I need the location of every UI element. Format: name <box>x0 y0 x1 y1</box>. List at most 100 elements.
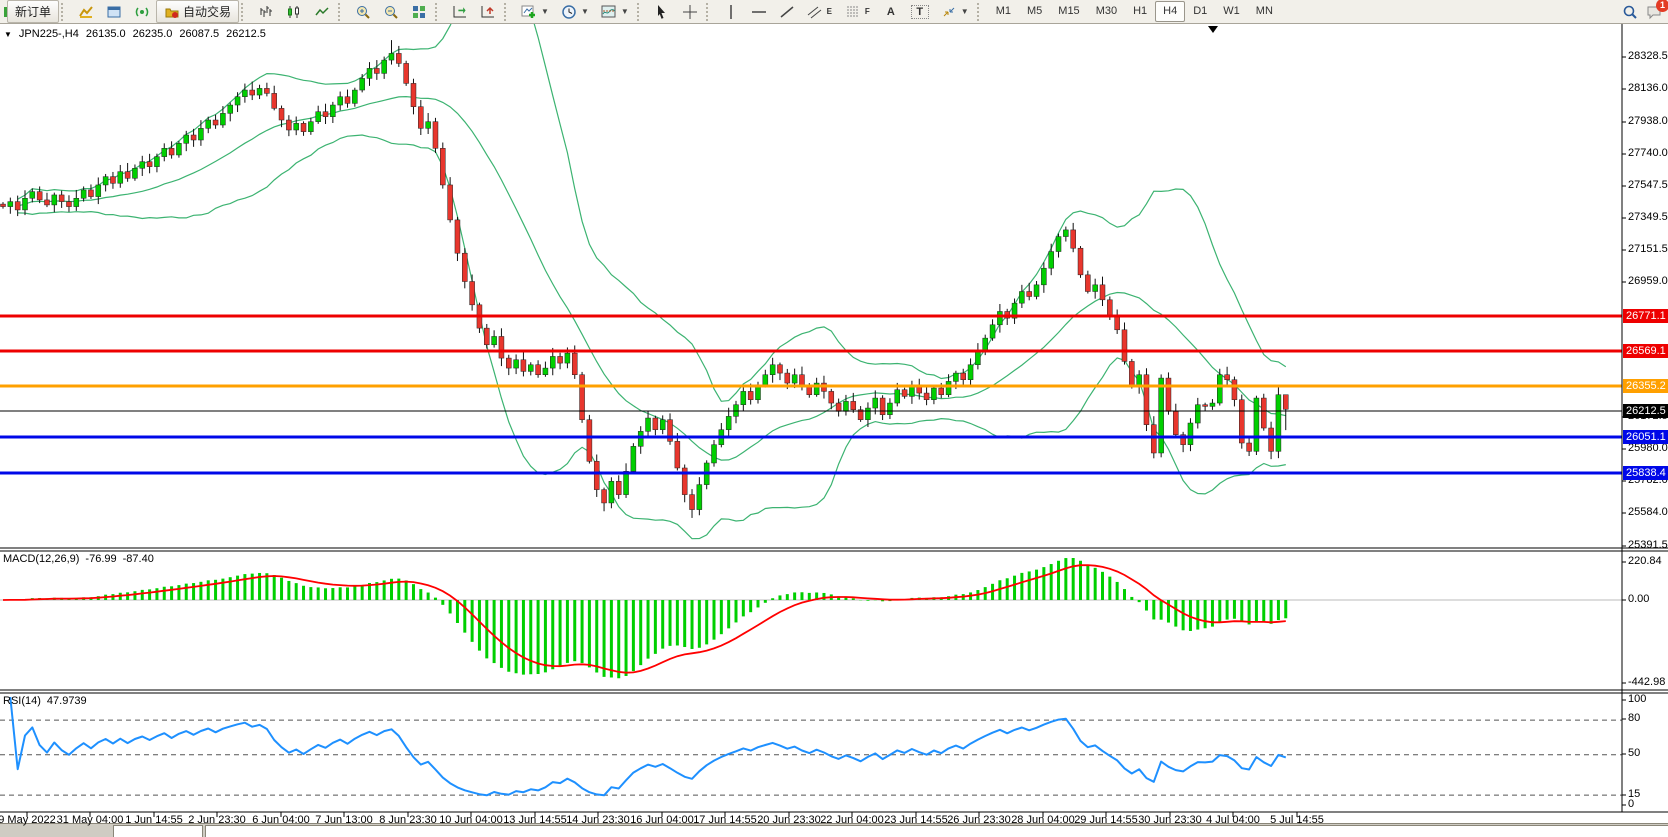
candle <box>492 336 497 344</box>
candle <box>1283 395 1288 410</box>
candle <box>1071 230 1076 248</box>
horizontal-line-button[interactable] <box>745 0 773 23</box>
candle <box>15 202 20 210</box>
price-tick-label: 25584.0 <box>1628 506 1668 518</box>
rsi-pane[interactable] <box>0 697 1622 795</box>
macd-tick-label: -442.98 <box>1628 676 1668 688</box>
timeframe-m1[interactable]: M1 <box>988 1 1019 22</box>
main-pane[interactable] <box>1 24 1289 539</box>
candle <box>763 375 768 385</box>
macd-pane[interactable] <box>0 558 1622 678</box>
candle <box>697 485 702 510</box>
candle <box>902 390 907 397</box>
timeframe-m30[interactable]: M30 <box>1088 1 1125 22</box>
candle <box>140 162 145 169</box>
candle <box>946 381 951 394</box>
candle <box>528 365 533 372</box>
bottom-tab[interactable] <box>113 825 203 837</box>
fibonacci-button[interactable]: F <box>839 0 877 23</box>
candle <box>191 135 196 140</box>
price-level-label: 26212.5 <box>1623 404 1668 418</box>
arrows-button[interactable]: ▼ <box>935 0 975 23</box>
bar-chart-button[interactable] <box>252 0 280 23</box>
price-level-label: 26771.1 <box>1623 309 1668 323</box>
candle <box>690 495 695 510</box>
candlestick-chart-button[interactable] <box>280 0 308 23</box>
toolbar: 新订单 自动交易 <box>0 0 1668 24</box>
autotrade-button[interactable]: 自动交易 <box>156 0 239 23</box>
signals-button[interactable] <box>128 0 156 23</box>
candle <box>257 88 262 95</box>
toolbar-grip <box>706 3 715 21</box>
timeframe-m5[interactable]: M5 <box>1019 1 1050 22</box>
trendline-button[interactable] <box>773 0 801 23</box>
macd-label-row: MACD(12,26,9) -76.99 -87.40 <box>3 553 154 565</box>
timeframe-w1[interactable]: W1 <box>1215 1 1248 22</box>
templates-button[interactable]: ▼ <box>595 0 635 23</box>
candle <box>1041 268 1046 285</box>
time-tick-label: 6 Jun 04:00 <box>252 814 310 826</box>
price-tick-label: 27740.0 <box>1628 147 1668 159</box>
candle <box>103 177 108 185</box>
timeframe-d1[interactable]: D1 <box>1185 1 1215 22</box>
toolbar-grip <box>435 3 444 21</box>
timeframe-mn[interactable]: MN <box>1248 1 1281 22</box>
candle <box>411 83 416 106</box>
search-icon[interactable] <box>1622 4 1638 20</box>
zoom-out-button[interactable] <box>377 0 405 23</box>
channel-button[interactable]: E <box>801 0 839 23</box>
vertical-line-button[interactable] <box>717 0 745 23</box>
profiles-button[interactable] <box>72 0 100 23</box>
candle <box>1232 380 1237 400</box>
chat-icon[interactable]: 1 <box>1646 4 1662 20</box>
candle <box>22 198 27 210</box>
candle <box>374 68 379 73</box>
chart-shift-button[interactable] <box>474 0 502 23</box>
cursor-button[interactable] <box>648 0 676 23</box>
indicators-icon <box>521 4 537 20</box>
macd-tick-label: 220.84 <box>1628 555 1668 567</box>
zoom-in-button[interactable] <box>349 0 377 23</box>
candle <box>939 388 944 395</box>
candle <box>968 365 973 380</box>
chart-canvas[interactable] <box>0 24 1668 822</box>
candle <box>264 88 269 93</box>
scroll-to-end-icon[interactable] <box>1208 26 1218 33</box>
candle <box>96 185 101 197</box>
fibonacci-glyph: F <box>864 7 871 16</box>
new-order-button[interactable]: 新订单 <box>7 0 59 23</box>
rsi-tick-label: 100 <box>1628 693 1668 705</box>
candle <box>352 90 357 103</box>
price-tick-label: 28328.5 <box>1628 50 1668 62</box>
time-tick-label: 4 Jul 04:00 <box>1206 814 1260 826</box>
line-chart-button[interactable] <box>308 0 336 23</box>
price-tick-label: 28136.0 <box>1628 82 1668 94</box>
market-watch-button[interactable] <box>100 0 128 23</box>
text-button[interactable]: A <box>877 0 905 23</box>
candle <box>616 481 621 494</box>
candle <box>536 365 541 375</box>
chart-area[interactable]: ▼ JPN225-,H4 26135.0 26235.0 26087.5 262… <box>0 24 1668 837</box>
ohlc-high: 26235.0 <box>133 28 173 40</box>
bar-chart-icon <box>258 4 274 20</box>
symbol-dropdown-icon[interactable]: ▼ <box>4 30 12 39</box>
timeframe-m15[interactable]: M15 <box>1050 1 1087 22</box>
candle <box>81 190 86 198</box>
toolbar-grip <box>637 3 646 21</box>
candle <box>272 93 277 108</box>
text-a-glyph: A <box>883 6 899 18</box>
candle <box>594 461 599 489</box>
periods-button[interactable]: ▼ <box>555 0 595 23</box>
candle <box>206 120 211 128</box>
tile-windows-button[interactable] <box>405 0 433 23</box>
indicators-button[interactable]: ▼ <box>515 0 555 23</box>
timeframe-h4[interactable]: H4 <box>1155 1 1185 22</box>
crosshair-button[interactable] <box>676 0 704 23</box>
candle <box>1261 398 1266 428</box>
timeframe-h1[interactable]: H1 <box>1125 1 1155 22</box>
rsi-label: RSI(14) <box>3 695 41 707</box>
candle <box>323 112 328 117</box>
candle <box>448 185 453 220</box>
autoscroll-button[interactable] <box>446 0 474 23</box>
text-label-button[interactable]: T <box>905 0 935 23</box>
